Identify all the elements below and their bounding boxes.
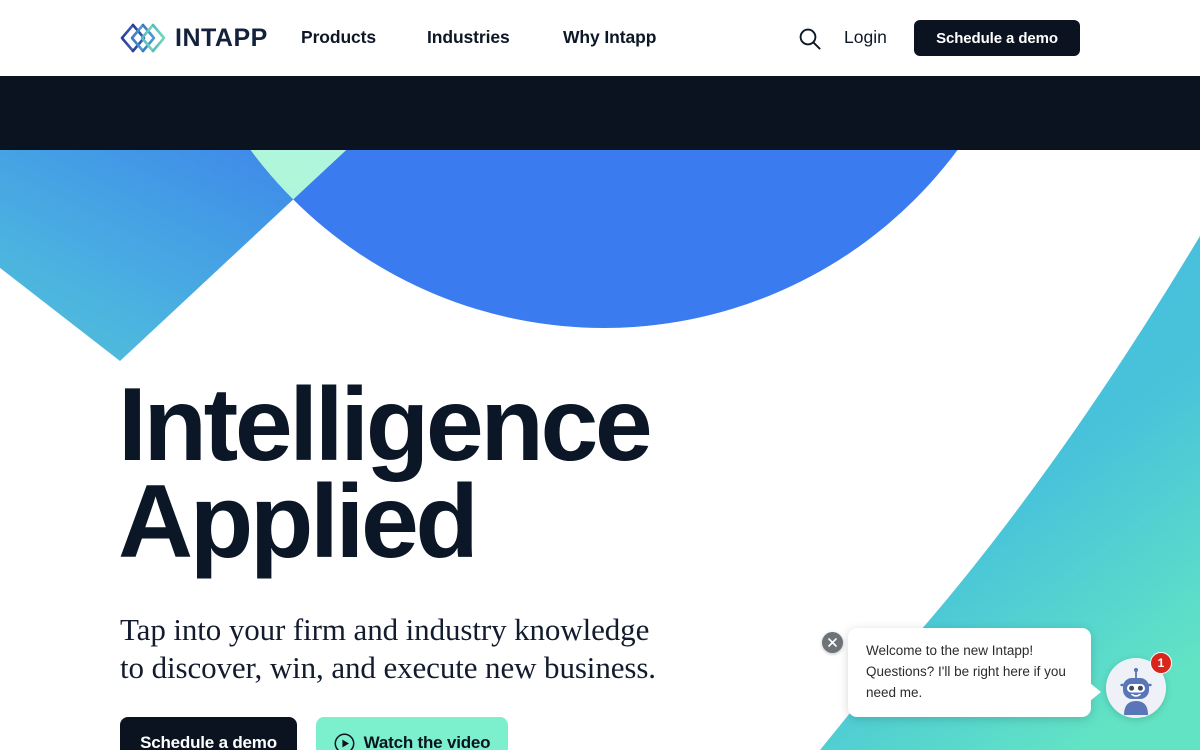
intapp-wordmark: INTAPP: [175, 23, 268, 52]
hero-title: Intelligence Applied: [118, 367, 653, 580]
hero-subtitle: Tap into your firm and industry knowledg…: [120, 612, 656, 685]
chat-message-text: Welcome to the new Intapp! Questions? I'…: [866, 643, 1066, 700]
login-link[interactable]: Login: [844, 27, 887, 48]
intapp-logo-icon: [120, 23, 166, 53]
hero-cta-row: Schedule a demo Watch the video: [120, 717, 508, 750]
chat-message-bubble[interactable]: Welcome to the new Intapp! Questions? I'…: [848, 628, 1101, 717]
watch-video-button[interactable]: Watch the video: [316, 717, 508, 750]
page-root: INTAPP Products Industries Why Intapp Lo…: [0, 0, 1200, 750]
schedule-demo-button-hero[interactable]: Schedule a demo: [120, 717, 297, 750]
search-icon[interactable]: [797, 26, 823, 52]
nav-link-products[interactable]: Products: [301, 27, 376, 48]
close-icon[interactable]: [822, 632, 843, 653]
chat-unread-badge: 1: [1150, 652, 1172, 674]
intapp-logo-link[interactable]: INTAPP: [120, 23, 268, 53]
schedule-demo-button-nav[interactable]: Schedule a demo: [914, 20, 1080, 56]
nav-link-industries[interactable]: Industries: [427, 27, 510, 48]
play-circle-icon: [334, 733, 355, 750]
watch-video-label: Watch the video: [363, 733, 491, 750]
top-navigation-bar: INTAPP Products Industries Why Intapp Lo…: [0, 0, 1200, 76]
nav-link-why-intapp[interactable]: Why Intapp: [563, 27, 656, 48]
announcement-bar: [0, 76, 1200, 150]
